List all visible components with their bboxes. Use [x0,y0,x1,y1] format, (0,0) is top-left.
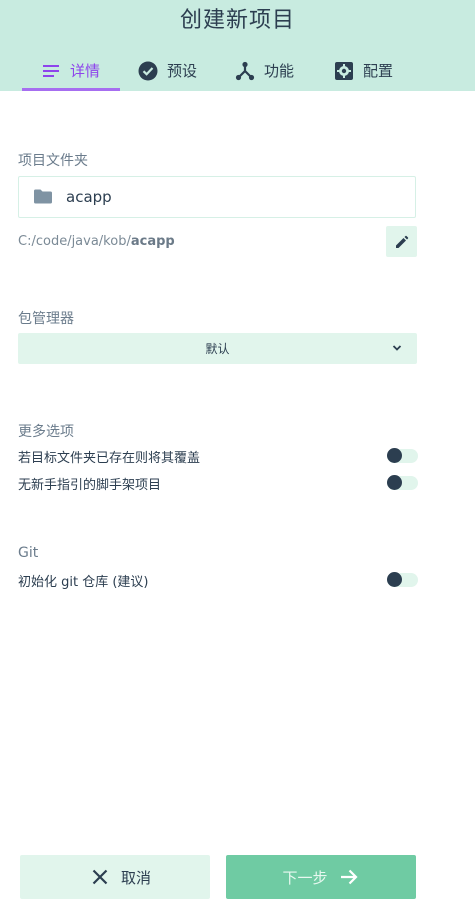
more-options-label: 更多选项 [18,424,74,440]
package-manager-value: 默认 [205,342,230,356]
tab-details-label: 详情 [70,62,101,80]
overwrite-toggle[interactable] [387,448,418,463]
header-bar: 创建新项目 详情 预设 功能 配置 [0,0,475,91]
option-row-git-init: 初始化 git 仓库 (建议) [18,570,418,590]
close-icon [91,868,109,886]
pencil-icon [395,235,409,249]
no-guide-toggle[interactable] [387,475,418,490]
git-init-toggle[interactable] [387,572,418,587]
option-row-overwrite: 若目标文件夹已存在则将其覆盖 [18,446,418,466]
tab-presets[interactable]: 预设 [137,50,197,91]
toggle-knob [387,572,402,587]
tab-config[interactable]: 配置 [333,50,393,91]
chevron-down-icon [391,342,403,354]
package-manager-label: 包管理器 [18,311,74,327]
next-button-label: 下一步 [282,868,328,887]
project-folder-name: acapp [66,188,112,206]
cancel-button-label: 取消 [120,868,151,887]
git-section-label: Git [18,545,39,561]
option-overwrite-label: 若目标文件夹已存在则将其覆盖 [18,450,201,466]
next-button[interactable]: 下一步 [226,855,416,899]
toggle-knob [387,475,402,490]
toggle-knob [387,448,402,463]
project-folder-input[interactable]: acapp [18,176,416,218]
project-path-folder: acapp [130,234,175,249]
tab-features[interactable]: 功能 [234,50,294,91]
arrow-right-icon [340,868,358,886]
tab-details[interactable]: 详情 [40,50,100,91]
cancel-button[interactable]: 取消 [20,855,210,899]
check-circle-icon [137,60,159,82]
package-manager-select[interactable]: 默认 [18,333,417,364]
option-row-no-guide: 无新手指引的脚手架项目 [18,473,418,493]
active-tab-indicator [22,88,120,91]
option-no-guide-label: 无新手指引的脚手架项目 [18,477,162,493]
tab-bar: 详情 预设 功能 配置 [0,50,475,91]
project-path: C:/code/java/kob/acapp [18,234,175,249]
tab-features-label: 功能 [264,62,295,80]
fork-icon [234,60,256,82]
page-title: 创建新项目 [179,8,295,33]
tab-config-label: 配置 [363,62,394,80]
edit-path-button[interactable] [386,226,417,257]
project-path-prefix: C:/code/java/kob/ [18,234,131,249]
project-folder-label: 项目文件夹 [18,153,88,169]
tab-presets-label: 预设 [167,62,198,80]
folder-icon [34,189,54,205]
list-icon [40,60,62,82]
git-init-label: 初始化 git 仓库 (建议) [18,574,149,590]
settings-icon [333,60,355,82]
